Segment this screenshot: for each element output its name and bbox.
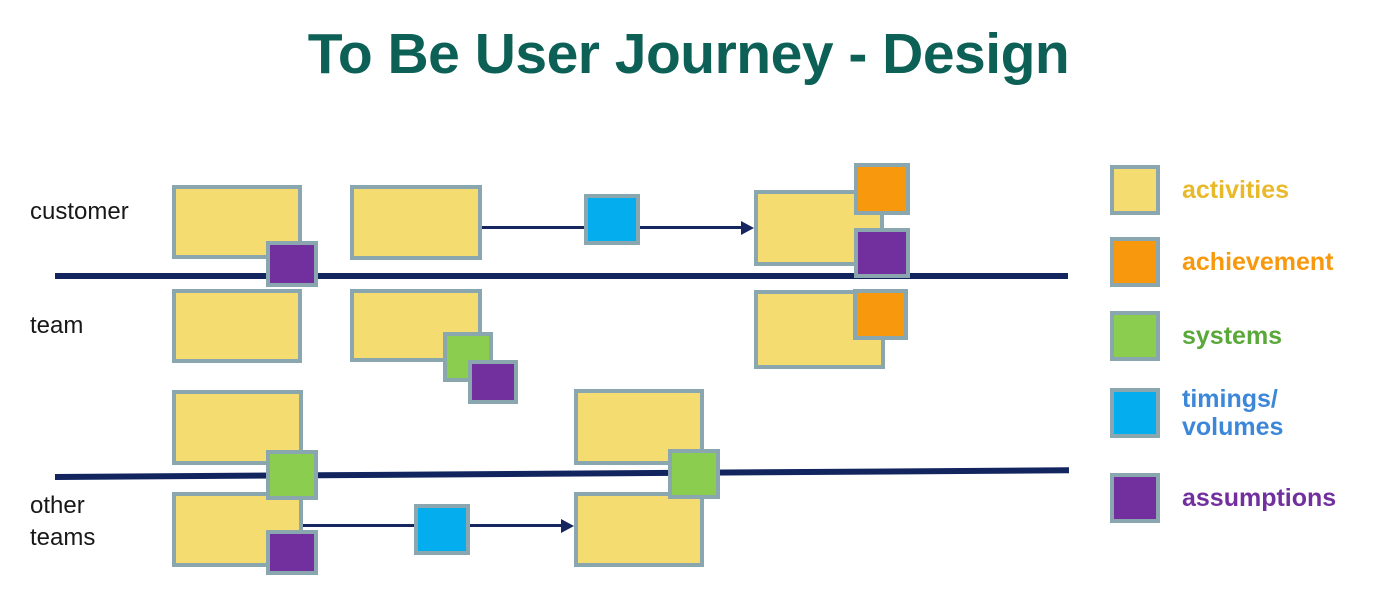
legend-timings-swatch-icon	[1110, 388, 1160, 438]
legend-assumptions[interactable]: assumptions	[1110, 473, 1336, 523]
card-customer-assumption-2[interactable]	[854, 228, 910, 278]
divider-team-other	[54, 467, 1069, 480]
card-customer-achievement-1[interactable]	[854, 163, 910, 215]
legend-systems[interactable]: systems	[1110, 311, 1282, 361]
legend-achievement[interactable]: achievement	[1110, 237, 1333, 287]
legend-systems-label: systems	[1182, 322, 1283, 350]
page-title: To Be User Journey - Design	[307, 22, 1070, 86]
connector-customer-a	[482, 226, 584, 229]
card-other-timing-1[interactable]	[414, 504, 470, 555]
card-other-system-2[interactable]	[668, 449, 720, 499]
connector-other-b	[470, 524, 562, 527]
card-other-activity-4[interactable]	[574, 492, 704, 567]
card-customer-assumption-1[interactable]	[266, 241, 318, 287]
card-team-activity-1[interactable]	[172, 289, 302, 363]
lane-label-other-teams: other teams	[30, 492, 96, 552]
legend-achievement-swatch-icon	[1110, 237, 1160, 287]
legend-timings[interactable]: timings/ volumes	[1110, 385, 1283, 441]
card-other-system-1[interactable]	[266, 450, 318, 500]
connector-customer-b	[640, 226, 742, 229]
card-team-assumption-1[interactable]	[468, 360, 518, 404]
legend-assumptions-swatch-icon	[1110, 473, 1160, 523]
card-customer-activity-2[interactable]	[350, 185, 482, 260]
legend-achievement-label: achievement	[1182, 248, 1334, 276]
card-other-assumption-1[interactable]	[266, 530, 318, 575]
legend-activities-label: activities	[1182, 176, 1290, 204]
slide-canvas: To Be User Journey - Design customer team…	[0, 0, 1377, 599]
card-team-achievement-1[interactable]	[853, 289, 908, 340]
connector-customer-b-arrowhead-icon	[741, 221, 754, 235]
lane-label-team: team	[30, 312, 84, 339]
lane-label-customer: customer	[30, 198, 129, 225]
card-customer-timing-1[interactable]	[584, 194, 640, 245]
legend-activities-swatch-icon	[1110, 165, 1160, 215]
connector-other-a	[303, 524, 414, 527]
connector-other-b-arrowhead-icon	[561, 519, 574, 533]
legend-assumptions-label: assumptions	[1182, 484, 1337, 512]
legend-activities[interactable]: activities	[1110, 165, 1289, 215]
legend-systems-swatch-icon	[1110, 311, 1160, 361]
legend-timings-label: timings/ volumes	[1182, 385, 1284, 441]
divider-customer-team	[55, 273, 1068, 279]
